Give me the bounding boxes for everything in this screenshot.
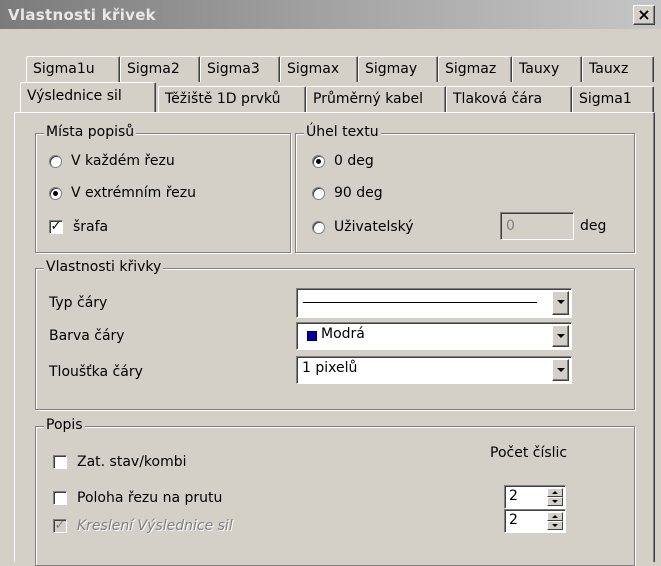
radio-custom-angle[interactable]: Uživatelský [312,219,414,235]
tab-sigma3[interactable]: Sigma3 [200,56,280,82]
line-color-combo[interactable]: Modrá [296,322,572,350]
window-title: Vlastnosti křivek [8,6,156,24]
tab-label: Sigma1u [33,61,95,77]
tab-label: Sigma1 [579,91,632,107]
custom-angle-value: 0 [506,218,515,234]
tab-label: Těžiště 1D prvků [165,91,281,107]
group-legend: Úhel textu [304,124,381,140]
checkbox-load-case[interactable]: Zat. stav/kombi [53,454,187,470]
radio-icon [312,186,325,200]
line-width-dropdown-button[interactable] [552,359,569,381]
line-width-value: 1 pixelů [302,360,358,376]
tab-label: Sigmax [287,61,340,77]
tab-sigmay[interactable]: Sigmay [358,56,438,82]
tab-vyslednice-sil[interactable]: Výslednice sil [20,82,156,112]
radio-label: 90 deg [334,185,383,201]
label-positions-group: Místa popisů V každém řezu V extrémním ř… [35,124,291,253]
tab-panel: Místa popisů V každém řezu V extrémním ř… [14,112,655,566]
tab-tauxy[interactable]: Tauxy [512,56,582,82]
checkbox-icon [53,455,67,469]
checkbox-icon [53,491,67,505]
checkbox-label: Zat. stav/kombi [77,454,187,470]
tab-label: Sigma2 [127,61,180,77]
tab-label: Sigma3 [207,61,260,77]
spinner-buttons [547,488,563,506]
line-color-dropdown-button[interactable] [552,325,569,347]
line-color-value: Modrá [321,326,365,342]
color-swatch [307,331,317,341]
radio-90-deg[interactable]: 90 deg [312,185,383,201]
line-width-label: Tloušťka čáry [49,364,143,380]
line-type-preview [303,302,537,303]
close-button[interactable]: × [633,5,655,25]
radio-every-section[interactable]: V každém řezu [49,153,175,169]
tab-label: Průměrný kabel [313,91,424,107]
radio-label: Uživatelský [334,219,414,235]
title-bar: Vlastnosti křivek × [0,0,661,30]
tab-sigma2[interactable]: Sigma2 [120,56,200,82]
checkbox-icon: ✓ [49,219,63,234]
curve-properties-group: Vlastnosti křivky Typ čáry Barva čáry Mo… [35,259,635,410]
digit-count-label: Počet číslic [490,445,568,461]
spin-up-button[interactable] [547,488,563,497]
tab-tlakova-cara[interactable]: Tlaková čára [446,86,572,112]
line-color-label: Barva čáry [49,328,125,344]
digits-spinner-2[interactable]: 2 [504,509,566,533]
tab-prumerny-kabel[interactable]: Průměrný kabel [306,86,446,112]
checkbox-hatch[interactable]: ✓ šrafa [49,219,108,235]
group-legend: Popis [44,417,85,433]
spinner-buttons [547,512,563,530]
tab-label: Výslednice sil [27,88,122,104]
tab-label: Sigmay [365,61,418,77]
radio-icon [49,186,62,200]
radio-label: V každém řezu [71,153,175,169]
custom-angle-input[interactable]: 0 [500,212,574,240]
radio-icon [312,220,325,234]
tab-sigma1[interactable]: Sigma1 [572,86,654,112]
checkbox-label: Poloha řezu na prutu [77,490,223,506]
digits-spinner-1[interactable]: 2 [504,485,566,509]
spin-down-button[interactable] [547,497,563,506]
checkbox-section-position[interactable]: Poloha řezu na prutu [53,490,222,506]
checkbox-label: Kreslení Výslednice sil [77,518,233,534]
radio-label: V extrémním řezu [71,185,197,201]
spinner-value: 2 [509,488,518,504]
radio-icon [312,154,325,168]
tab-sigma1u[interactable]: Sigma1u [26,56,120,82]
tab-sigmaz[interactable]: Sigmaz [438,56,512,82]
radio-label: 0 deg [334,153,374,169]
angle-unit-label: deg [580,218,607,234]
radio-0-deg[interactable]: 0 deg [312,153,374,169]
tab-tauxz[interactable]: Tauxz [582,56,654,82]
line-type-label: Typ čáry [49,295,108,311]
radio-icon [49,154,62,168]
description-group: Popis Počet číslic Zat. stav/kombi Poloh… [35,417,635,566]
tab-label: Tauxz [589,61,629,77]
group-legend: Vlastnosti křivky [44,259,164,275]
text-angle-group: Úhel textu 0 deg 90 deg Uživatelský 0 de… [295,124,635,253]
line-type-dropdown-button[interactable] [552,291,569,315]
tab-label: Tauxy [519,61,560,77]
spin-up-button[interactable] [547,512,563,521]
spinner-value: 2 [509,512,518,528]
group-legend: Místa popisů [44,124,137,140]
tab-label: Sigmaz [445,61,497,77]
tab-sigmax[interactable]: Sigmax [280,56,358,82]
line-width-combo[interactable]: 1 pixelů [296,356,572,384]
checkbox-icon: ✓ [53,518,67,533]
line-type-combo[interactable] [296,288,572,318]
radio-extreme-section[interactable]: V extrémním řezu [49,185,196,201]
checkbox-label: šrafa [73,219,109,235]
tab-teziste-1d-prvku[interactable]: Těžiště 1D prvků [158,86,306,112]
spin-down-button[interactable] [547,521,563,530]
checkbox-draw-resultants: ✓ Kreslení Výslednice sil [53,518,233,534]
close-icon: × [637,5,651,24]
tab-label: Tlaková čára [453,91,543,107]
